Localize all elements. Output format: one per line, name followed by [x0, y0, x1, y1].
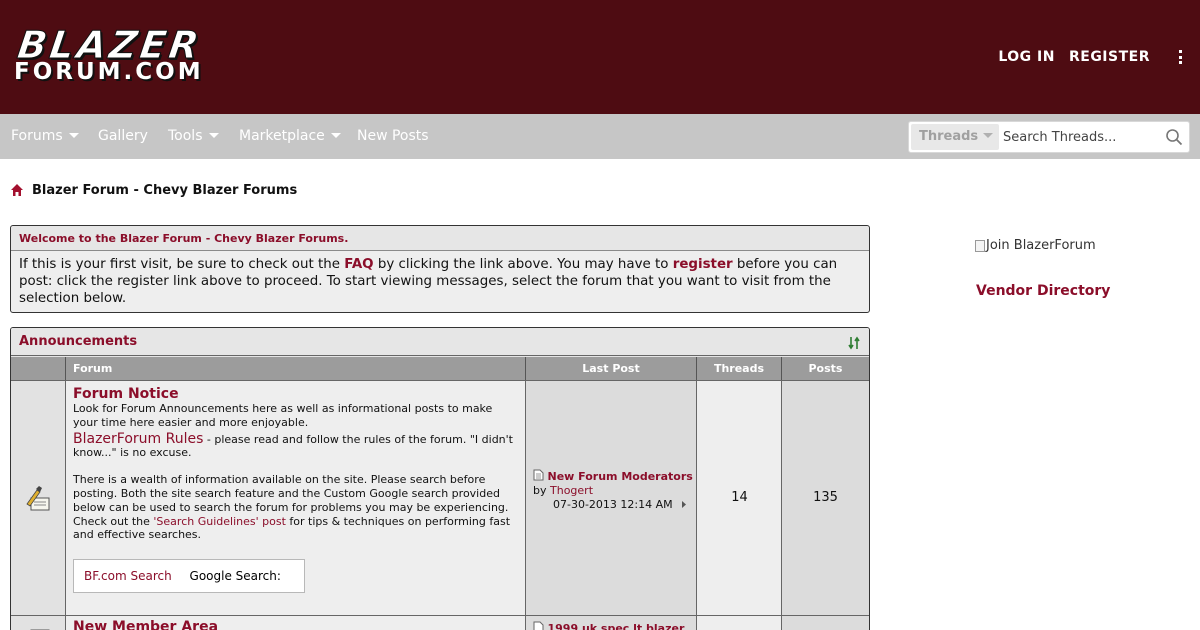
posts-cell [782, 615, 869, 630]
register-inline-link[interactable]: register [673, 257, 733, 272]
nav-marketplace[interactable]: Marketplace [239, 114, 341, 159]
search-scope-label: Threads [919, 129, 979, 144]
threads-count: 14 [731, 490, 748, 505]
forum-notice-icon [26, 486, 50, 511]
welcome-heading: Welcome to the Blazer Forum - Chevy Blaz… [11, 226, 869, 251]
posts-cell: 135 [782, 380, 869, 615]
last-post-title[interactable]: 1999 uk spec lt blazer [548, 622, 685, 630]
new-member-cell: New Member Area [66, 615, 526, 630]
account-links: LOG IN REGISTER [998, 46, 1200, 68]
forum-icon [30, 629, 50, 630]
site-logo[interactable]: BLAZER FORUM.COM [12, 23, 276, 86]
last-post-title[interactable]: New Forum Moderators [548, 470, 693, 483]
bf-search-link[interactable]: BF.com Search [84, 569, 172, 583]
nav-gallery[interactable]: Gallery [98, 114, 148, 159]
nav-forums-label: Forums [11, 128, 63, 144]
chevron-down-icon [983, 133, 994, 138]
search-scope-select[interactable]: Threads [911, 124, 999, 150]
col-threads: Threads [697, 357, 782, 380]
vendor-directory-link[interactable]: Vendor Directory [976, 283, 1110, 299]
col-icon [11, 357, 66, 380]
search-guidelines-link[interactable]: 'Search Guidelines' post [153, 515, 285, 528]
search-icon[interactable] [1165, 128, 1183, 146]
threads-cell: 14 [697, 380, 782, 615]
welcome-text-1: If this is your first visit, be sure to … [19, 257, 345, 272]
register-link[interactable]: REGISTER [1069, 49, 1150, 65]
go-to-post-icon[interactable] [680, 500, 688, 509]
login-link[interactable]: LOG IN [998, 49, 1055, 65]
search-input[interactable] [1003, 124, 1153, 150]
threads-cell [697, 615, 782, 630]
new-member-title[interactable]: New Member Area [73, 619, 218, 630]
join-banner[interactable]: Join BlazerForum [975, 238, 1096, 253]
nav-new-posts-label: New Posts [357, 128, 429, 144]
forum-status-cell [11, 615, 66, 630]
post-icon [533, 621, 544, 630]
search-info: There is a wealth of information availab… [73, 473, 513, 542]
last-post-cell: 1999 uk spec lt blazer [526, 615, 697, 630]
welcome-text-2: by clicking the link above. You may have… [373, 257, 673, 272]
forum-notice-cell: Forum Notice Look for Forum Announcement… [66, 380, 526, 615]
announcements-header: Announcements [11, 328, 869, 356]
last-post-by: by [533, 484, 550, 497]
nav-marketplace-label: Marketplace [239, 128, 325, 144]
nav-forums[interactable]: Forums [11, 114, 79, 159]
announcements-table: Announcements Forum Last Post Threads Po… [10, 327, 870, 630]
collapse-icon[interactable] [848, 336, 860, 350]
broken-image-icon [975, 239, 985, 252]
logo-line2: FORUM.COM [14, 59, 204, 85]
rules-line: BlazerForum Rules - please read and foll… [73, 431, 513, 461]
nav-gallery-label: Gallery [98, 128, 148, 144]
forum-notice-title[interactable]: Forum Notice [73, 386, 513, 402]
last-post-user[interactable]: Thogert [550, 484, 593, 497]
site-header: BLAZER FORUM.COM LOG IN REGISTER [0, 0, 1200, 114]
logo-line1: BLAZER [14, 23, 205, 68]
col-last-post: Last Post [526, 357, 697, 380]
announcements-title[interactable]: Announcements [19, 334, 137, 349]
last-post-date: 07-30-2013 12:14 AM [553, 498, 673, 511]
nav-new-posts[interactable]: New Posts [357, 114, 429, 159]
welcome-notice: Welcome to the Blazer Forum - Chevy Blaz… [10, 225, 870, 313]
google-search-label: Google Search: [189, 569, 281, 583]
col-posts: Posts [782, 357, 869, 380]
chevron-down-icon [330, 133, 341, 138]
search-bar: Threads [908, 121, 1190, 153]
chevron-down-icon [68, 133, 79, 138]
post-icon [533, 469, 544, 481]
forum-search-box: BF.com Search Google Search: [73, 559, 305, 593]
nav-tools-label: Tools [168, 128, 203, 144]
breadcrumb: Blazer Forum - Chevy Blazer Forums [10, 180, 297, 200]
forum-notice-desc: Look for Forum Announcements here as wel… [73, 402, 493, 429]
join-banner-alt: Join BlazerForum [986, 238, 1096, 253]
col-forum: Forum [66, 357, 526, 380]
posts-count: 135 [813, 490, 838, 505]
breadcrumb-title[interactable]: Blazer Forum - Chevy Blazer Forums [32, 183, 297, 198]
more-vertical-icon[interactable] [1172, 47, 1188, 67]
rules-link[interactable]: BlazerForum Rules [73, 431, 203, 447]
forum-status-cell [11, 380, 66, 615]
home-icon[interactable] [10, 183, 24, 197]
chevron-down-icon [208, 133, 219, 138]
faq-link[interactable]: FAQ [344, 257, 373, 272]
welcome-text: If this is your first visit, be sure to … [11, 251, 869, 312]
nav-tools[interactable]: Tools [168, 114, 219, 159]
last-post-cell: New Forum Moderators by Thogert 07-30-20… [526, 380, 697, 615]
